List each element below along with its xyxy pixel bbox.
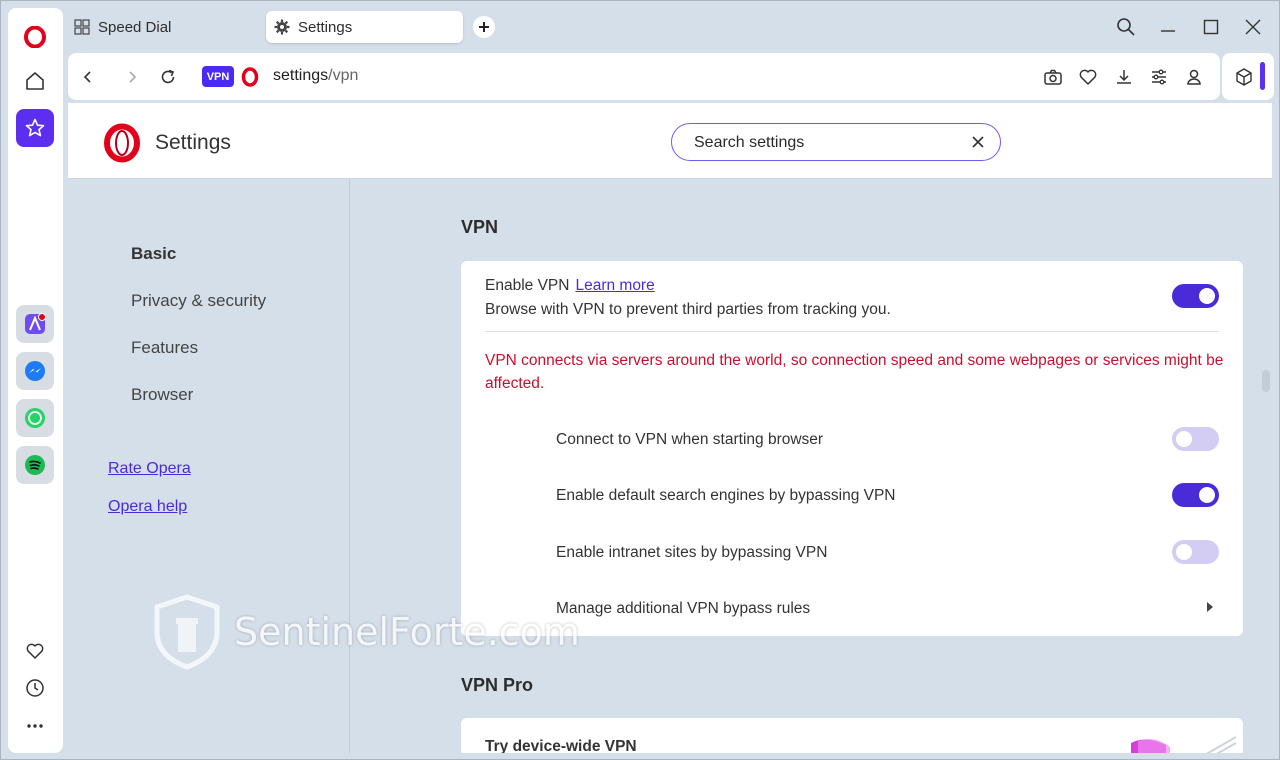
address-bar: VPN settings/vpn — [68, 53, 1220, 100]
toggle-knob — [1199, 487, 1215, 503]
tab-settings[interactable]: Settings — [266, 11, 463, 43]
messenger-icon[interactable] — [16, 352, 54, 390]
tab-speed-dial[interactable]: Speed Dial — [66, 11, 256, 43]
reload-icon[interactable] — [156, 65, 180, 89]
bypass-search-engines-toggle[interactable] — [1172, 483, 1219, 507]
back-icon[interactable] — [76, 65, 100, 89]
bypass-intranet-toggle[interactable] — [1172, 540, 1219, 564]
toggle-knob — [1199, 288, 1215, 304]
more-icon[interactable] — [16, 707, 54, 745]
watermark: SentinelForte.com — [152, 594, 580, 670]
tab-search-icon[interactable] — [1113, 14, 1139, 40]
chevron-right-icon[interactable] — [1205, 601, 1215, 613]
watermark-text: SentinelForte.com — [234, 610, 580, 654]
aria-app-icon[interactable] — [16, 305, 54, 343]
heart-icon[interactable] — [16, 632, 54, 670]
settings-header: Settings Search settings — [68, 103, 1272, 179]
search-value: Search settings — [694, 134, 805, 151]
vpn-pro-section-title: VPN Pro — [461, 675, 534, 695]
home-icon[interactable] — [16, 62, 54, 100]
vpn-pro-illustration-icon — [1131, 736, 1236, 753]
connect-on-start-label: Connect to VPN when starting browser — [556, 431, 824, 448]
vpn-section-title: VPN — [461, 217, 499, 237]
nav-item-browser[interactable]: Browser — [131, 385, 193, 405]
url-field[interactable]: settings/vpn — [273, 67, 358, 85]
pinboard-heart-icon[interactable] — [1076, 65, 1100, 89]
enable-vpn-toggle[interactable] — [1172, 284, 1219, 308]
clear-search-icon[interactable] — [968, 132, 988, 152]
tab-label: Settings — [298, 18, 353, 36]
tab-label: Speed Dial — [98, 18, 172, 36]
url-path: /vpn — [328, 67, 359, 84]
connect-on-start-toggle[interactable] — [1172, 427, 1219, 451]
nav-item-basic[interactable]: Basic — [131, 244, 176, 264]
url-host: settings — [273, 67, 329, 84]
manage-bypass-rules-link[interactable]: Manage additional VPN bypass rules — [556, 600, 810, 618]
vpn-warning: VPN connects via servers around the worl… — [485, 352, 1224, 392]
enable-vpn-label: Enable VPN — [485, 277, 570, 294]
bypass-intranet-label: Enable intranet sites by bypassing VPN — [556, 544, 828, 561]
minimize-icon[interactable] — [1155, 14, 1181, 40]
grid-icon — [74, 19, 90, 35]
nav-item-features[interactable]: Features — [131, 338, 198, 358]
rate-opera-link[interactable]: Rate Opera — [108, 460, 191, 478]
favorites-icon[interactable] — [16, 109, 54, 147]
close-icon[interactable] — [1240, 14, 1266, 40]
extensions-area — [1222, 53, 1274, 100]
sidebar — [8, 8, 63, 753]
learn-more-link[interactable]: Learn more — [575, 277, 654, 294]
vpn-pro-card-title: Try device-wide VPN — [485, 738, 637, 753]
enable-vpn-row: Enable VPN Learn more — [485, 277, 655, 295]
opera-logo-icon — [238, 65, 262, 89]
nav-item-privacy-security[interactable]: Privacy & security — [131, 291, 266, 311]
spotify-icon[interactable] — [16, 446, 54, 484]
search-settings-input[interactable]: Search settings — [671, 123, 1001, 161]
whatsapp-icon[interactable] — [16, 399, 54, 437]
extensions-cube-icon[interactable] — [1232, 65, 1256, 89]
profile-icon[interactable] — [1182, 65, 1206, 89]
vpn-pro-card: Try device-wide VPN — [461, 718, 1243, 753]
gear-icon — [274, 19, 290, 35]
new-tab-button[interactable] — [473, 16, 495, 38]
divider — [485, 331, 1219, 332]
page-scrollbar[interactable] — [1262, 370, 1270, 392]
download-icon[interactable] — [1112, 65, 1136, 89]
enable-vpn-description: Browse with VPN to prevent third parties… — [485, 301, 891, 318]
easy-setup-icon[interactable] — [1147, 65, 1171, 89]
camera-icon[interactable] — [1041, 65, 1065, 89]
page-title: Settings — [155, 131, 231, 154]
toggle-knob — [1176, 431, 1192, 447]
extension-indicator — [1260, 62, 1265, 90]
opera-logo-icon — [104, 123, 140, 163]
maximize-icon[interactable] — [1198, 14, 1224, 40]
vpn-badge[interactable]: VPN — [202, 66, 234, 87]
opera-menu-icon[interactable] — [16, 18, 54, 56]
forward-icon[interactable] — [120, 65, 144, 89]
history-icon[interactable] — [16, 669, 54, 707]
vpn-card: Enable VPN Learn more Browse with VPN to … — [461, 261, 1243, 636]
shield-icon — [154, 594, 220, 670]
toggle-knob — [1176, 544, 1192, 560]
bypass-search-engines-label: Enable default search engines by bypassi… — [556, 487, 896, 504]
opera-help-link[interactable]: Opera help — [108, 498, 187, 516]
